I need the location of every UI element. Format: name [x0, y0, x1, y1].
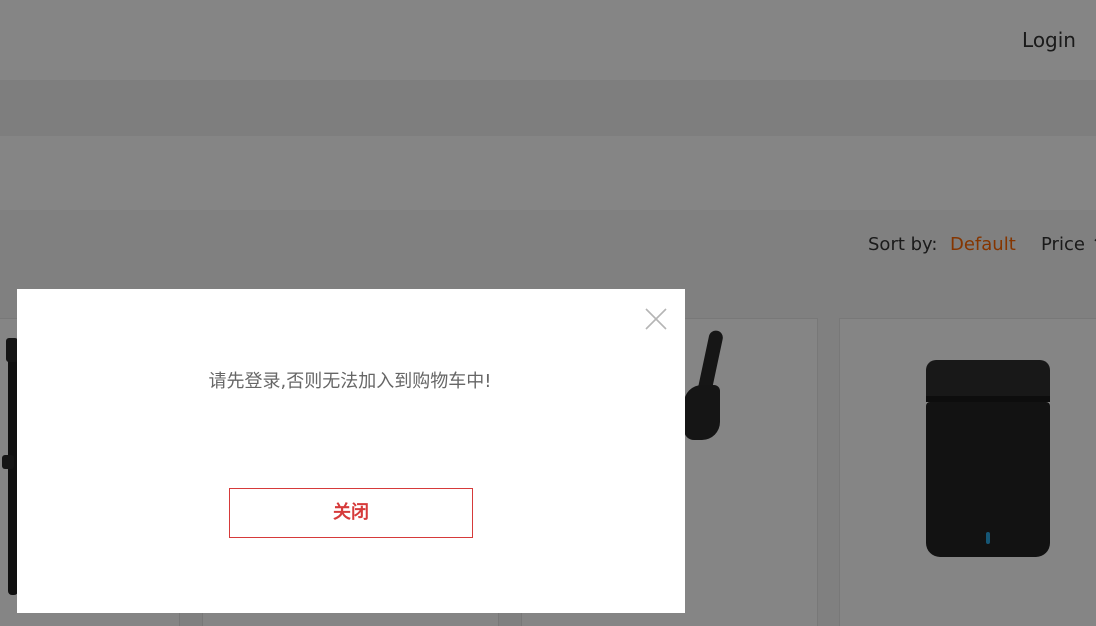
close-icon[interactable] — [644, 307, 668, 331]
close-button[interactable]: 关闭 — [229, 488, 473, 538]
login-required-dialog: 请先登录,否则无法加入到购物车中! 关闭 — [17, 289, 685, 613]
dialog-message: 请先登录,否则无法加入到购物车中! — [208, 371, 492, 392]
